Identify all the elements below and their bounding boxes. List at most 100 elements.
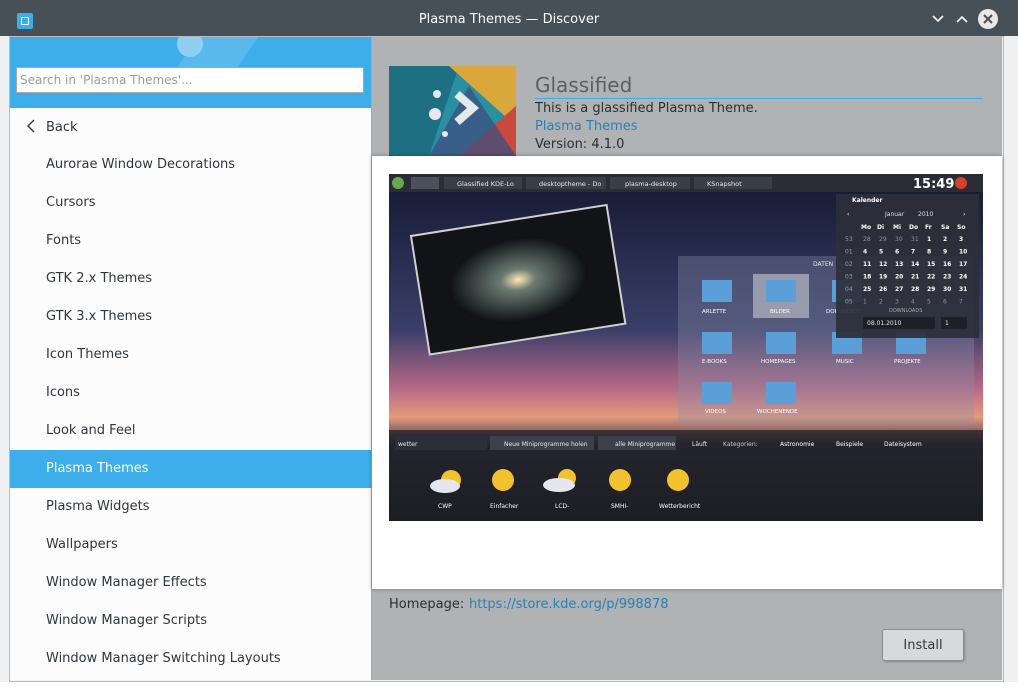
- sidebar-item-icons[interactable]: Icons: [10, 374, 371, 412]
- back-button[interactable]: Back: [10, 108, 371, 146]
- sidebar-item-label: Cursors: [46, 195, 96, 210]
- sidebar-item-label: Icon Themes: [46, 347, 129, 362]
- calendar-day: 25: [863, 286, 871, 293]
- folder-label: ARLETTE: [702, 309, 727, 315]
- app-name: Glassified: [535, 73, 633, 97]
- folder-label: HOMEPAGES: [761, 359, 796, 365]
- calendar-weekday: Sa: [941, 224, 949, 231]
- sidebar-item-label: Icons: [46, 385, 80, 400]
- new-widgets-button: Neue Miniprogramme holen: [504, 441, 588, 448]
- sidebar-item-label: Window Manager Switching Layouts: [46, 651, 281, 666]
- calendar-day: 23: [943, 274, 951, 281]
- folder-label: MUSIC: [836, 359, 854, 365]
- calendar-day: 24: [959, 274, 967, 281]
- calendar-weekday: So: [957, 224, 965, 231]
- sidebar-item-plasma-themes[interactable]: Plasma Themes: [10, 450, 371, 488]
- calendar-day: 27: [895, 286, 903, 293]
- clock-label: 15:49: [913, 177, 954, 192]
- calendar-day: 12: [879, 261, 887, 268]
- calendar-day: 5: [927, 299, 931, 306]
- sidebar-item-cursors[interactable]: Cursors: [10, 184, 371, 222]
- folder-label: VIDEOS: [705, 409, 726, 415]
- window-title: Plasma Themes — Discover: [418, 12, 600, 27]
- sidebar-item-label: GTK 2.x Themes: [46, 271, 153, 286]
- sidebar-item-icon-themes[interactable]: Icon Themes: [10, 336, 371, 374]
- calendar-title: Kalender: [852, 197, 882, 204]
- calendar-day: 9: [943, 249, 947, 256]
- calendar-day: 29: [927, 286, 935, 293]
- calendar-year: 2010: [918, 211, 933, 218]
- calendar-day: 31: [959, 286, 967, 293]
- calendar-day: 4: [863, 249, 867, 256]
- sidebar-item-label: Plasma Widgets: [46, 499, 150, 514]
- window-bottom-edge: [0, 682, 1018, 697]
- widget-label: CWP: [438, 503, 452, 510]
- calendar-weekday: Mo: [861, 224, 871, 231]
- sidebar: Back Aurorae Window Decorations Cursors …: [10, 37, 371, 680]
- calendar-week-number: 02: [845, 261, 853, 268]
- calendar-day: 28: [911, 286, 919, 293]
- calendar-widget: Kalender ‹ Januar 2010 › Mo Di Mi Do Fr Sa So …: [836, 194, 979, 338]
- category-tab: Astronomie: [780, 441, 815, 448]
- maximize-button[interactable]: [953, 10, 971, 28]
- calendar-day: 30: [895, 236, 903, 243]
- calendar-next-icon: ›: [963, 211, 965, 218]
- widget-label: Wetterbericht: [659, 503, 701, 510]
- calendar-weekday: Do: [909, 224, 918, 231]
- calendar-week-number: 03: [845, 274, 853, 281]
- category-link[interactable]: Plasma Themes: [535, 119, 638, 134]
- search-field[interactable]: [16, 67, 364, 93]
- task-3: plasma-desktop: [625, 180, 677, 188]
- all-widgets-button: alle Miniprogramme: [615, 441, 675, 448]
- minimize-button[interactable]: [929, 10, 947, 28]
- kickoff-icon: [392, 177, 404, 189]
- widget-label: SMHI-: [611, 503, 628, 510]
- sidebar-item-plasma-widgets[interactable]: Plasma Widgets: [10, 488, 371, 526]
- sidebar-item-look-and-feel[interactable]: Look and Feel: [10, 412, 371, 450]
- desktop-screenshot-drawing: Glassified KDE-Lo desktoptheme - Do plas…: [389, 174, 983, 521]
- calendar-day: 19: [879, 274, 887, 281]
- folder-label: WOCHENENDE: [757, 409, 798, 415]
- calendar-day: 14: [911, 261, 919, 268]
- calendar-week-field: 1: [945, 320, 949, 327]
- sidebar-item-wallpapers[interactable]: Wallpapers: [10, 526, 371, 564]
- category-tab: Beispiele: [836, 441, 863, 448]
- sidebar-item-gtk2-themes[interactable]: GTK 2.x Themes: [10, 260, 371, 298]
- calendar-weekday: Di: [877, 224, 884, 231]
- folder-view-title: DATEN: [813, 261, 833, 268]
- sidebar-item-aurorae-window-decorations[interactable]: Aurorae Window Decorations: [10, 146, 371, 184]
- title-bar: Plasma Themes — Discover: [0, 0, 1018, 36]
- category-tab: Dateisystem: [884, 441, 922, 448]
- running-filter: Läuft: [692, 441, 708, 448]
- sidebar-item-window-manager-switching-layouts[interactable]: Window Manager Switching Layouts: [10, 640, 371, 678]
- calendar-week-number: 05: [845, 299, 853, 306]
- calendar-day: 30: [943, 286, 951, 293]
- sidebar-item-label: Look and Feel: [46, 423, 136, 438]
- sidebar-item-fonts[interactable]: Fonts: [10, 222, 371, 260]
- calendar-day: 17: [959, 261, 967, 268]
- calendar-day: 29: [879, 236, 887, 243]
- sidebar-item-gtk3-themes[interactable]: GTK 3.x Themes: [10, 298, 371, 336]
- calendar-day: 13: [895, 261, 903, 268]
- sidebar-item-label: Fonts: [46, 233, 82, 248]
- screenshot-overlay[interactable]: Glassified KDE-Lo desktoptheme - Do plas…: [372, 156, 1002, 589]
- calendar-day: 3: [895, 299, 899, 306]
- search-input[interactable]: [17, 68, 363, 92]
- calendar-prev-icon: ‹: [847, 211, 849, 218]
- sidebar-item-window-manager-scripts[interactable]: Window Manager Scripts: [10, 602, 371, 640]
- sidebar-item-window-manager-effects[interactable]: Window Manager Effects: [10, 564, 371, 602]
- widget-search-field: wetter: [398, 441, 418, 448]
- calendar-day: 26: [879, 286, 887, 293]
- calendar-day: 4: [911, 299, 915, 306]
- install-button[interactable]: Install: [882, 629, 964, 661]
- homepage-link[interactable]: https://store.kde.org/p/998878: [469, 597, 668, 612]
- calendar-day: 2: [943, 236, 947, 243]
- app-summary: This is a glassified Plasma Theme.: [535, 101, 758, 116]
- close-button[interactable]: [978, 9, 998, 29]
- calendar-day: 10: [959, 249, 967, 256]
- app-screenshot: Glassified KDE-Lo desktoptheme - Do plas…: [389, 174, 983, 521]
- title-underline: [535, 98, 983, 99]
- calendar-day: 8: [927, 249, 931, 256]
- folder-label: E-BOOKS: [702, 359, 727, 365]
- chevron-down-icon: [932, 15, 944, 23]
